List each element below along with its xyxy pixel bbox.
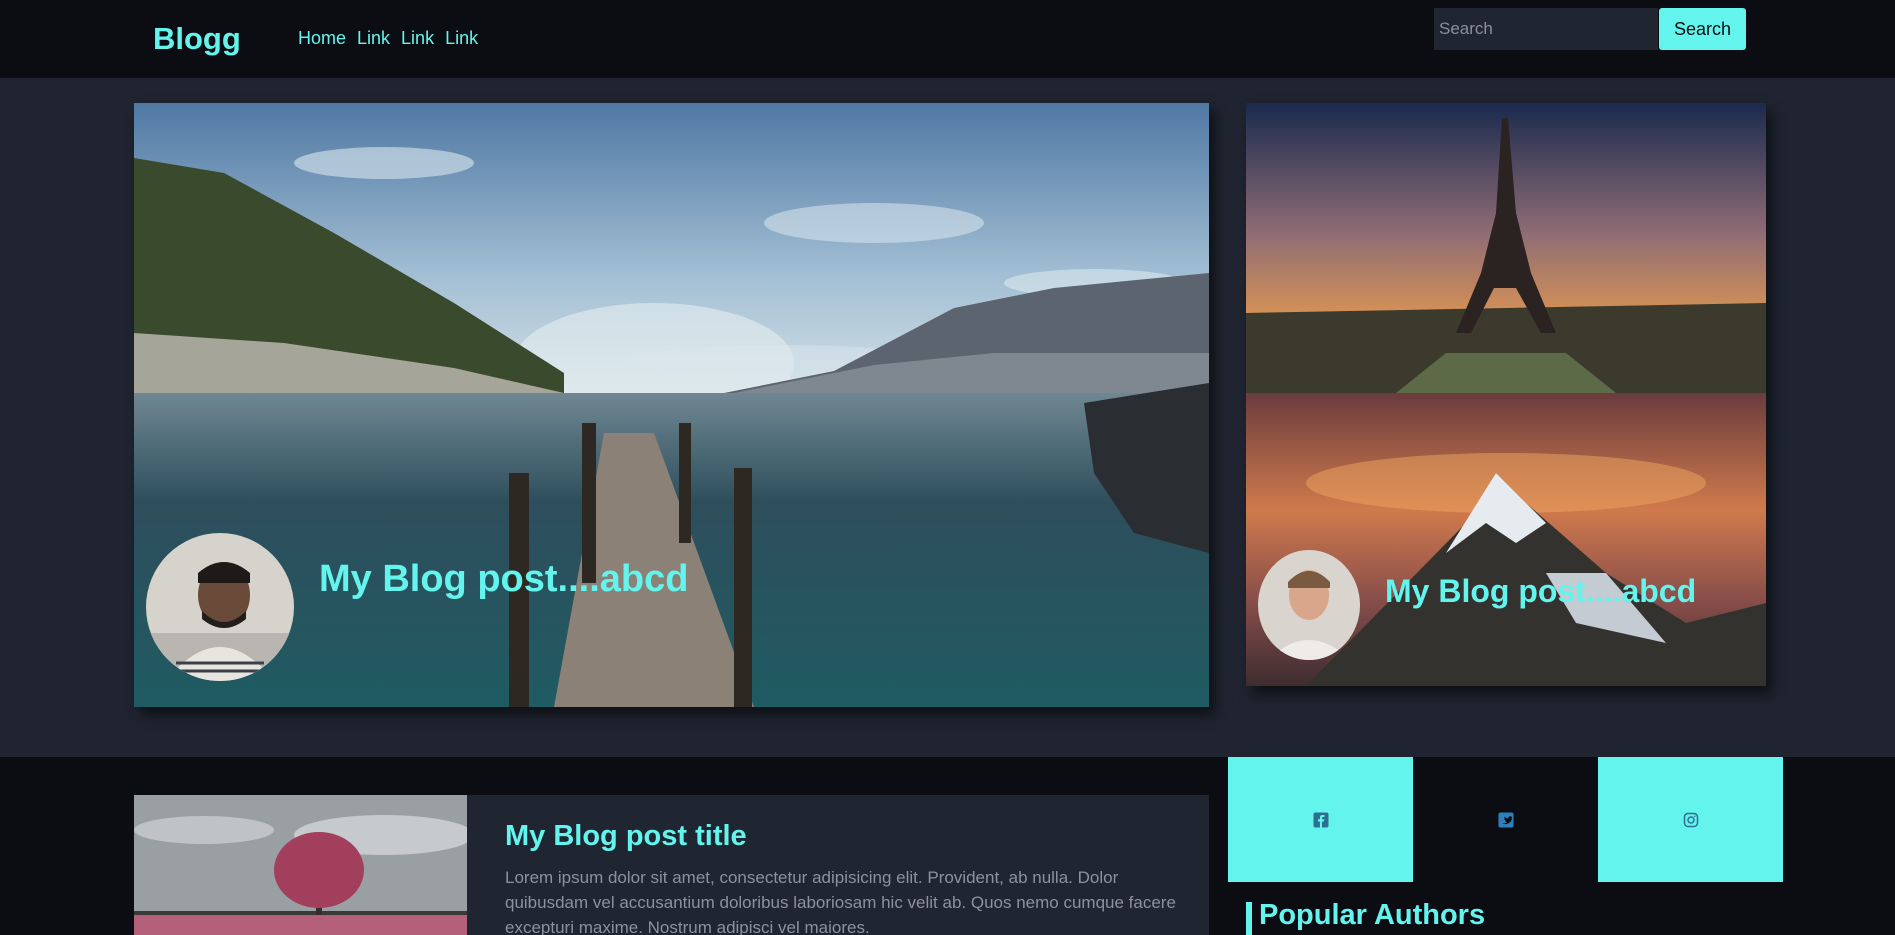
- nav-link-home[interactable]: Home: [298, 28, 346, 49]
- author-photo: [1258, 550, 1360, 660]
- hero-side-post[interactable]: My Blog post....abcd: [1246, 103, 1766, 686]
- facebook-link[interactable]: [1228, 757, 1413, 882]
- popular-authors-accent-bar: [1246, 902, 1252, 935]
- nav-link-2[interactable]: Link: [401, 28, 434, 49]
- brand-logo[interactable]: Blogg: [153, 21, 241, 57]
- twitter-link[interactable]: [1413, 757, 1598, 882]
- hero-side-post-title[interactable]: My Blog post....abcd: [1385, 573, 1696, 610]
- instagram-icon: [1683, 812, 1698, 827]
- navbar: Blogg Home Link Link Link Search: [0, 0, 1895, 78]
- hero-main-post[interactable]: My Blog post....abcd: [134, 103, 1209, 707]
- author-avatar[interactable]: [1258, 550, 1360, 660]
- search-button[interactable]: Search: [1659, 8, 1746, 50]
- nav-link-3[interactable]: Link: [445, 28, 478, 49]
- search-input[interactable]: [1434, 8, 1658, 50]
- hero-post-title[interactable]: My Blog post....abcd: [319, 558, 688, 601]
- popular-authors-heading: Popular Authors: [1259, 899, 1486, 931]
- card-title[interactable]: My Blog post title: [505, 820, 747, 853]
- lake-pier-image: [134, 103, 1209, 707]
- pink-tree-image: [134, 795, 467, 935]
- card-thumbnail: [134, 795, 467, 935]
- facebook-icon: [1313, 812, 1328, 828]
- instagram-link[interactable]: [1598, 757, 1783, 882]
- author-avatar[interactable]: [146, 533, 294, 681]
- twitter-icon: [1498, 812, 1513, 827]
- author-photo: [146, 533, 294, 681]
- nav-link-1[interactable]: Link: [357, 28, 390, 49]
- nav-links: Home Link Link Link: [298, 28, 478, 49]
- card-excerpt: Lorem ipsum dolor sit amet, consectetur …: [505, 868, 1176, 935]
